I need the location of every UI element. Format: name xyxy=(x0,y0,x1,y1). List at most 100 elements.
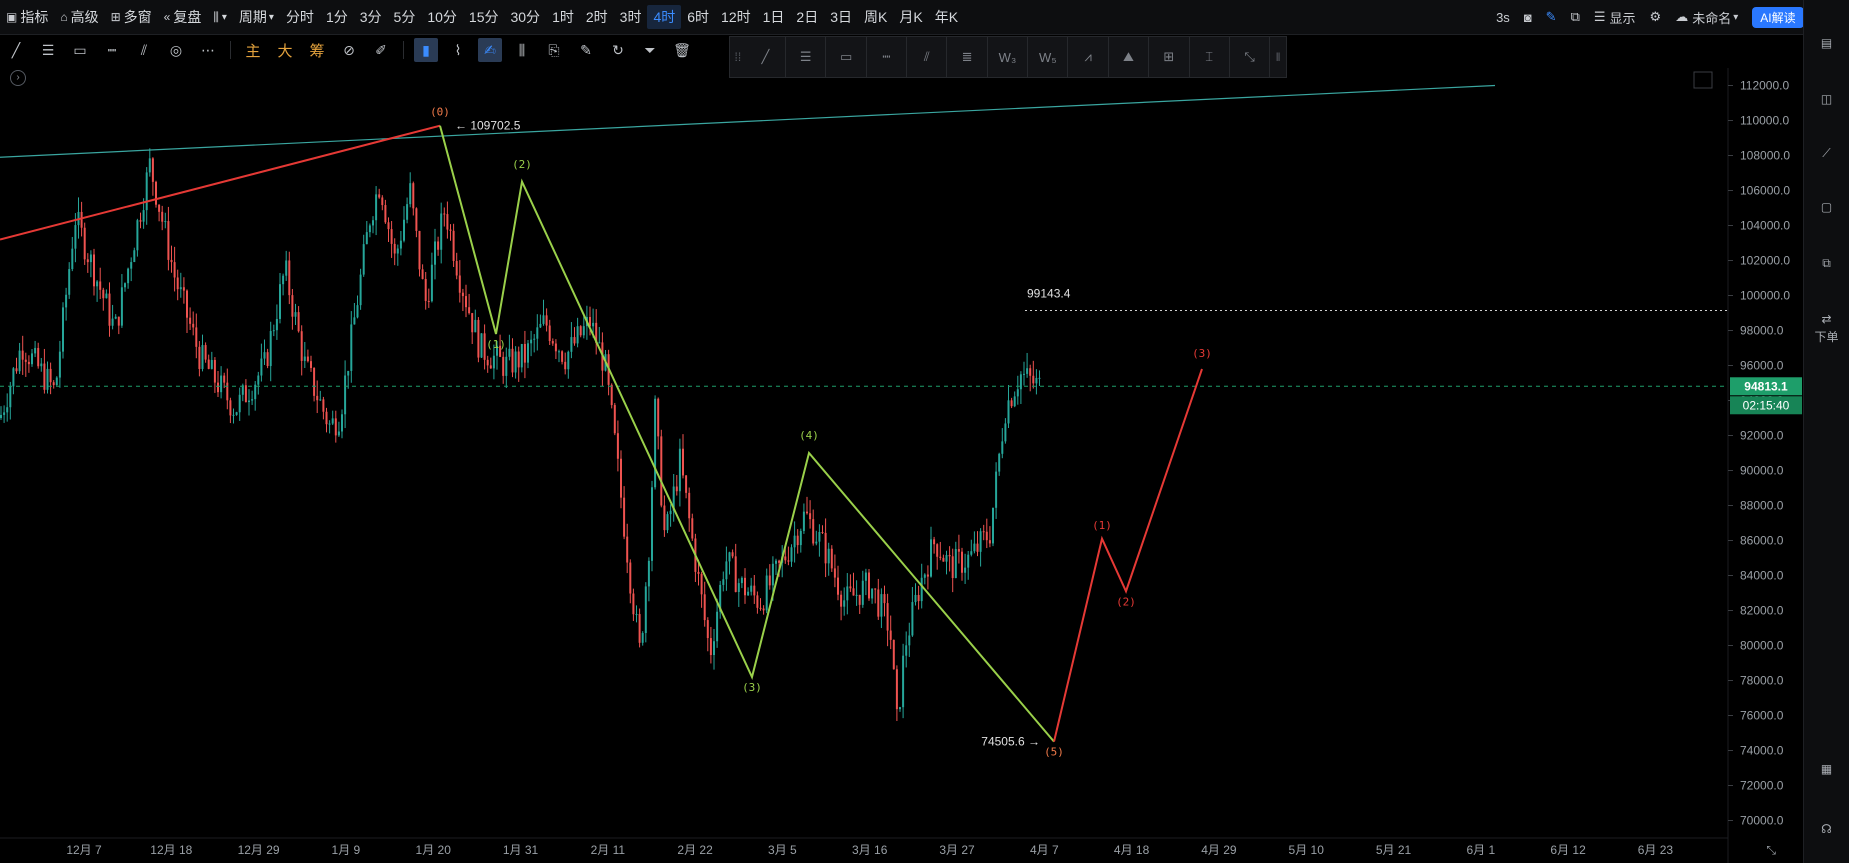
timeframe-18[interactable]: 年K xyxy=(929,5,964,29)
timeframe-10[interactable]: 4时 xyxy=(647,5,682,29)
main-indicator-button[interactable]: 主 xyxy=(241,38,265,62)
edit-line-icon[interactable]: ✐ xyxy=(369,38,393,62)
axis-corner-icon[interactable]: ⤡ xyxy=(1766,843,1776,857)
refresh-interval[interactable]: 3s xyxy=(1496,10,1510,25)
fib-levels-icon[interactable]: ≣ xyxy=(947,37,988,77)
settings-icon[interactable]: ⚙ xyxy=(1650,9,1662,25)
layers-icon[interactable]: ⧉ xyxy=(1804,256,1849,271)
note-icon[interactable]: ✎ xyxy=(574,38,598,62)
timeframe-13[interactable]: 1日 xyxy=(757,5,791,29)
drawing-pen-icon[interactable]: ✍ xyxy=(478,38,502,62)
timeframe-8[interactable]: 2时 xyxy=(580,5,614,29)
save-layout-button[interactable]: ☁ 未命名 ▾ xyxy=(1675,8,1738,27)
candle-body xyxy=(396,248,399,254)
timeframe-11[interactable]: 6时 xyxy=(681,5,715,29)
candle-body xyxy=(1023,373,1025,375)
timeframe-16[interactable]: 周K xyxy=(858,5,893,29)
elliott-wave-green[interactable] xyxy=(439,125,1055,743)
formula-icon[interactable]: ⊘ xyxy=(337,38,361,62)
candle-body xyxy=(824,532,827,564)
candle-body xyxy=(226,382,229,401)
candle-body xyxy=(201,345,204,369)
line-tool-icon[interactable]: ╱ xyxy=(4,38,28,62)
display-button[interactable]: ☰ 显示 xyxy=(1594,8,1636,27)
timeframe-12[interactable]: 12时 xyxy=(715,5,757,29)
filter-icon[interactable]: ⏷ xyxy=(638,38,662,62)
candle-body xyxy=(796,535,799,546)
timeframe-6[interactable]: 30分 xyxy=(504,5,546,29)
drag-handle-icon[interactable]: ⁞⁞ xyxy=(730,50,746,64)
layout-icon[interactable]: ▦ xyxy=(1804,762,1849,776)
timeframe-2[interactable]: 3分 xyxy=(354,5,388,29)
trend-icon[interactable]: ⟋ xyxy=(1804,146,1849,161)
candle-body xyxy=(124,283,126,288)
headset-icon[interactable]: ☊ xyxy=(1804,822,1849,836)
candle-body xyxy=(768,575,771,586)
big-order-button[interactable]: 大 xyxy=(273,38,297,62)
expand-icon[interactable] xyxy=(1693,71,1713,89)
period-dropdown[interactable]: 周期 ▾ xyxy=(233,4,280,30)
rectangle-tool-icon[interactable]: ▭ xyxy=(68,38,92,62)
fib-tool-icon[interactable]: ⫽ xyxy=(132,38,156,62)
picture-icon[interactable]: ⛰ xyxy=(1109,37,1150,77)
timeframe-15[interactable]: 3日 xyxy=(824,5,858,29)
timeframe-14[interactable]: 2日 xyxy=(790,5,824,29)
collapse-arrow-icon[interactable]: › xyxy=(10,70,26,86)
grip-icon[interactable]: ‖ xyxy=(1270,50,1286,64)
box-icon[interactable]: ▭ xyxy=(826,37,867,77)
candle-body xyxy=(99,281,102,290)
candle-body xyxy=(623,497,626,537)
timeframe-7[interactable]: 1时 xyxy=(546,5,580,29)
candles-compare-icon[interactable]: ⫼ xyxy=(510,38,534,62)
wave5-icon[interactable]: W₅ xyxy=(1028,37,1069,77)
order-button[interactable]: ⇄ 下单 xyxy=(1804,312,1849,345)
bookmark-icon[interactable]: ▮ xyxy=(414,38,438,62)
candle-body xyxy=(610,384,613,406)
calendar-icon[interactable]: ▤ xyxy=(1804,36,1849,50)
timeframe-0[interactable]: 分时 xyxy=(280,5,320,29)
more-tools-icon[interactable]: ⋯ xyxy=(196,38,220,62)
window-icon[interactable]: ⧉ xyxy=(1571,9,1580,25)
text-tool-icon[interactable]: ⌶ xyxy=(1190,37,1230,77)
timeframe-5[interactable]: 15分 xyxy=(463,5,505,29)
candle-body xyxy=(275,318,278,331)
measure-icon[interactable]: ⤡ xyxy=(1230,37,1271,77)
pattern-icon[interactable]: ⩘ xyxy=(1068,37,1109,77)
multi-window-button[interactable]: ⊞ 多窗 xyxy=(105,4,158,30)
timeframe-3[interactable]: 5分 xyxy=(388,5,422,29)
ruler-tool-icon[interactable]: ┉ xyxy=(100,38,124,62)
advanced-button[interactable]: ⌂ 高级 xyxy=(54,4,104,30)
timeframe-4[interactable]: 10分 xyxy=(421,5,463,29)
brush-icon[interactable]: ⌇ xyxy=(446,38,470,62)
parallel-lines-icon[interactable]: ☰ xyxy=(786,37,827,77)
candle-body xyxy=(660,436,663,506)
hline-tool-icon[interactable]: ☰ xyxy=(36,38,60,62)
chevron-down-icon: ▾ xyxy=(221,11,227,23)
depth-chart-icon[interactable]: ◫ xyxy=(1804,92,1849,106)
chart-type-dropdown[interactable]: ⫼ ▾ xyxy=(207,4,233,30)
chip-button[interactable]: 筹 xyxy=(305,38,329,62)
ai-interpret-button[interactable]: AI解读 xyxy=(1752,6,1804,28)
channel-icon[interactable]: ⫽ xyxy=(907,37,948,77)
trend-line-icon[interactable]: ╱ xyxy=(746,37,787,77)
camera-icon[interactable]: ◙ xyxy=(1524,10,1532,25)
monitor-icon[interactable]: ▢ xyxy=(1804,200,1849,214)
spiral-tool-icon[interactable]: ◎ xyxy=(164,38,188,62)
magnet-icon[interactable]: ↻ xyxy=(606,38,630,62)
trend-line[interactable] xyxy=(0,84,1496,158)
timeframe-9[interactable]: 3时 xyxy=(614,5,648,29)
price-chart[interactable]: 112000.0 110000.0 108000.0 106000.0 104000.0… xyxy=(0,0,1804,863)
cross-box-icon[interactable]: ⊞ xyxy=(1149,37,1190,77)
dotted-line-icon[interactable]: ┉ xyxy=(867,37,908,77)
timeframe-17[interactable]: 月K xyxy=(893,5,928,29)
wave3-icon[interactable]: W₃ xyxy=(988,37,1029,77)
clipboard-icon[interactable]: ⎘ xyxy=(542,38,566,62)
y-tick-label: 78000.0 xyxy=(1740,674,1784,688)
trash-icon[interactable]: 🗑 xyxy=(670,38,694,62)
indicator-button[interactable]: ▣ 指标 xyxy=(0,4,54,30)
candle-body xyxy=(272,330,275,332)
elliott-wave-red[interactable] xyxy=(1053,368,1203,742)
timeframe-1[interactable]: 1分 xyxy=(320,5,354,29)
pencil-icon[interactable]: ✎ xyxy=(1546,9,1557,25)
replay-button[interactable]: «复盘 xyxy=(158,4,208,30)
